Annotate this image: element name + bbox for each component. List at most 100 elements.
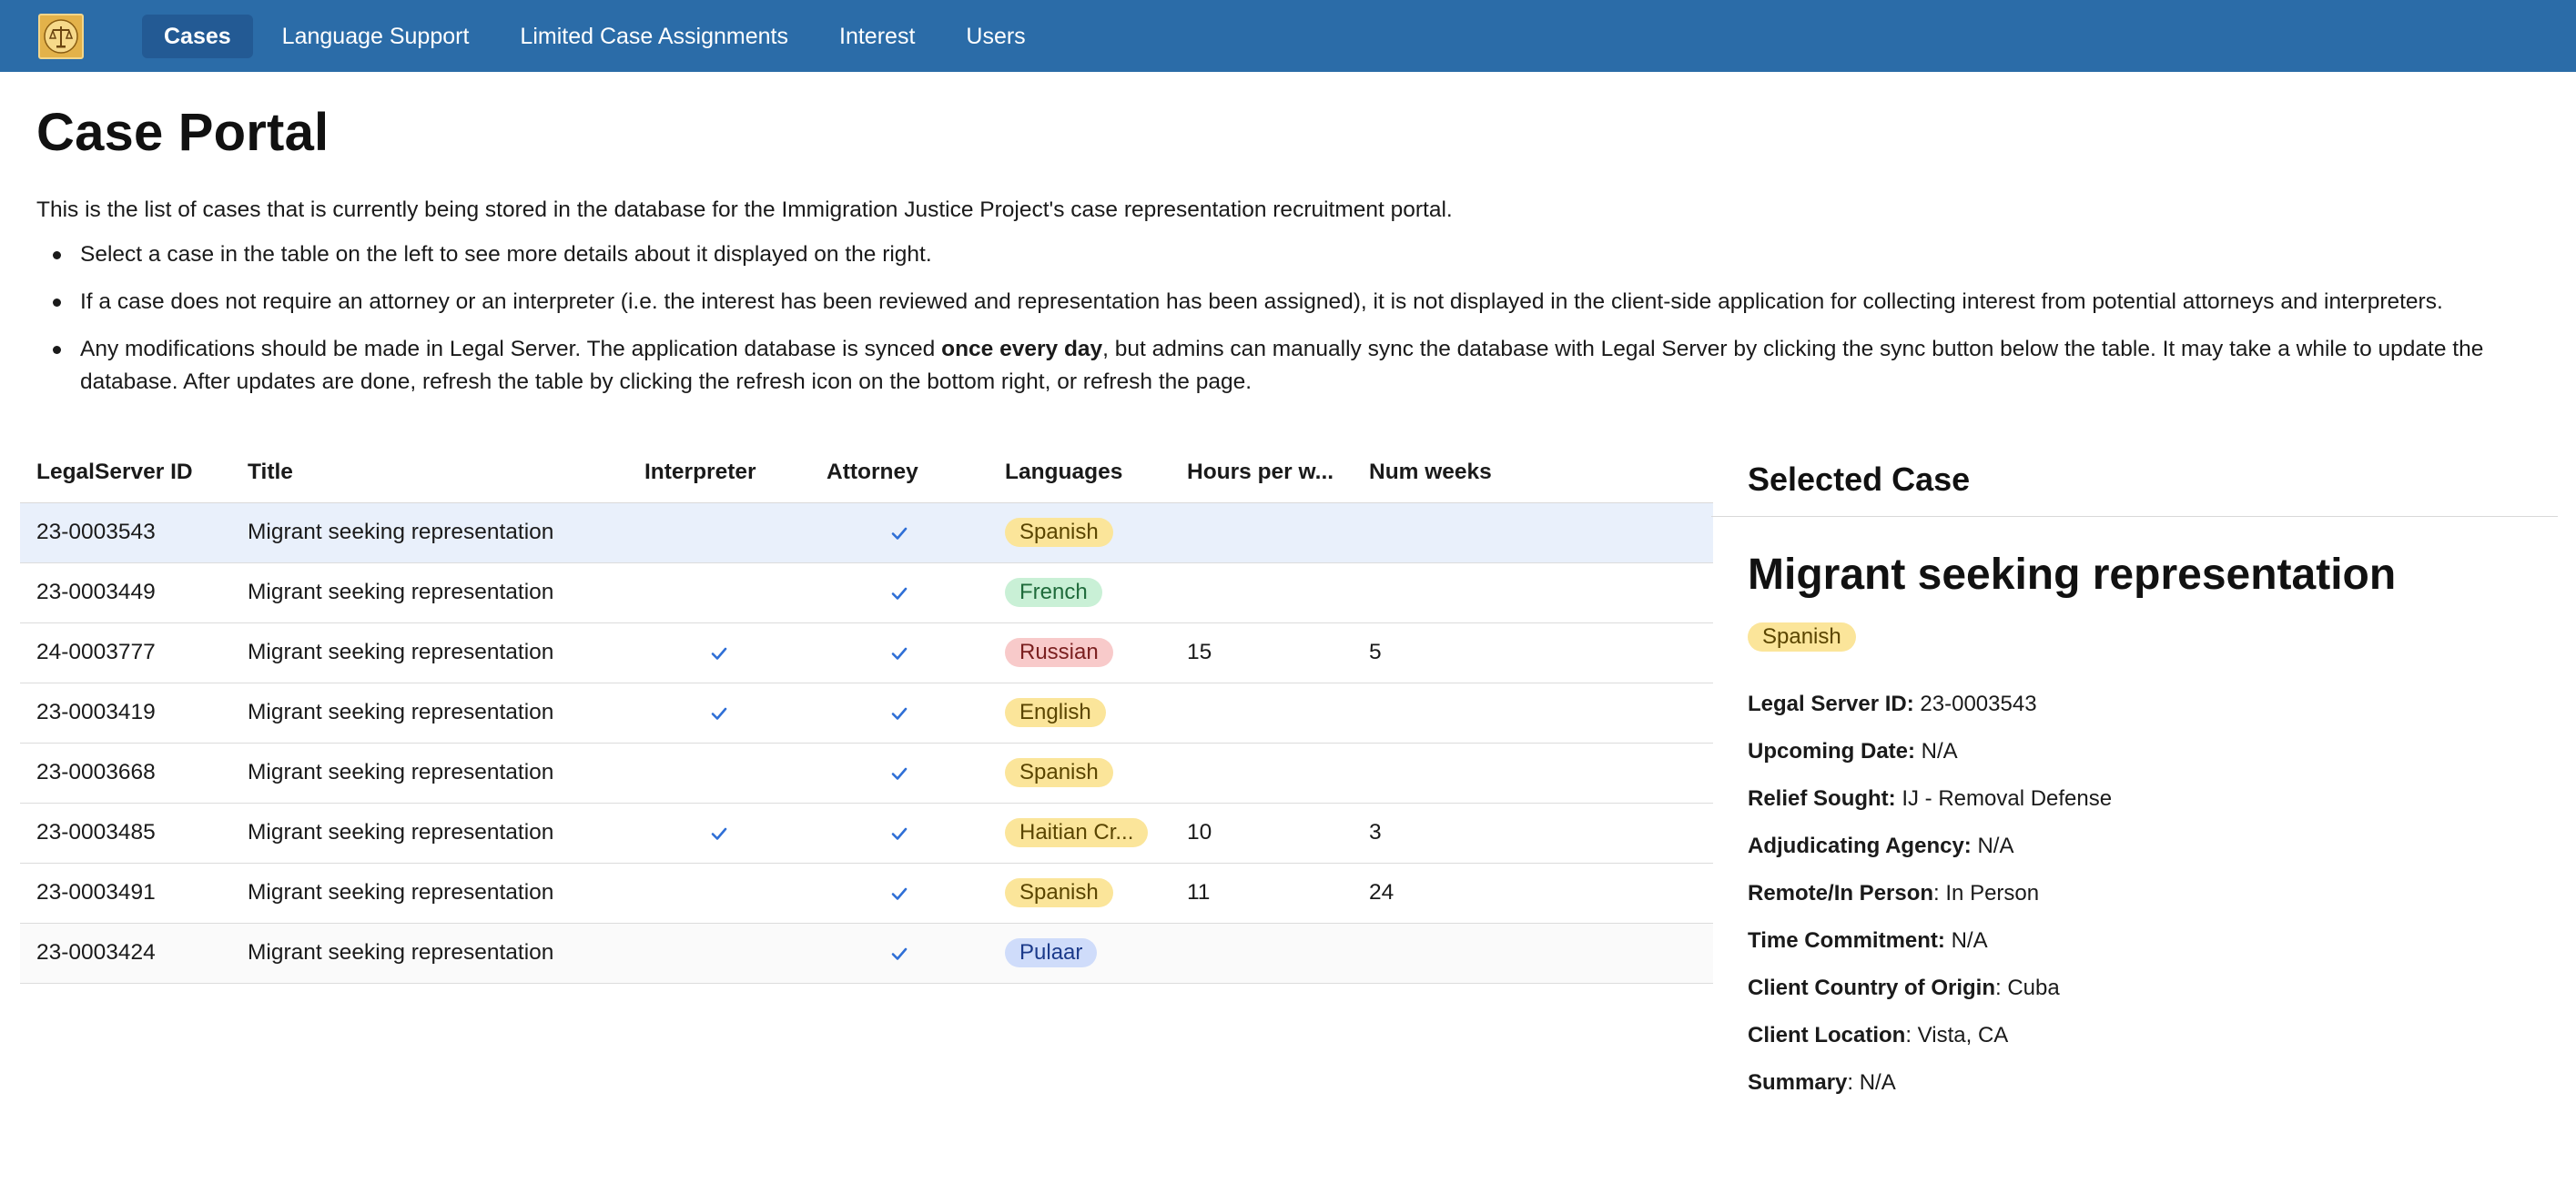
detail-row: Client Country of Origin: Cuba (1748, 965, 2549, 1012)
cell-languages: Haitian Cr... (989, 803, 1171, 864)
cell-attorney (810, 562, 989, 623)
detail-value: : Vista, CA (1905, 1023, 2009, 1047)
cell-num-weeks (1353, 683, 1713, 744)
checkmark-icon (891, 587, 908, 600)
cell-title: Migrant seeking representation (231, 562, 628, 623)
cell-languages: Pulaar (989, 923, 1171, 984)
table-row[interactable]: 23-0003449 Migrant seeking representation… (20, 562, 1713, 623)
column-header-attorney[interactable]: Attorney (810, 442, 989, 503)
cell-interpreter (628, 743, 810, 804)
detail-label: Adjudicating Agency: (1748, 834, 1972, 858)
instruction-item: Select a case in the table on the left t… (36, 238, 2549, 271)
cases-table-container: LegalServer ID Title Interpreter Attorne… (20, 442, 1713, 984)
cell-legalserver-id: 23-0003485 (20, 803, 231, 864)
cell-legalserver-id: 23-0003491 (20, 863, 231, 924)
instruction-item: Any modifications should be made in Lega… (36, 333, 2549, 399)
case-details: Legal Server ID: 23-0003543 Upcoming Date… (1748, 681, 2549, 1107)
column-header-legalserver-id[interactable]: LegalServer ID (20, 442, 231, 503)
language-chip: Spanish (1005, 758, 1113, 787)
checkmark-icon (891, 707, 908, 720)
cell-languages: Spanish (989, 502, 1171, 563)
table-row[interactable]: 23-0003491 Migrant seeking representation… (20, 863, 1713, 924)
checkmark-icon (891, 767, 908, 780)
column-header-hours-per-week[interactable]: Hours per w... (1171, 442, 1353, 503)
tab-language-support[interactable]: Language Support (260, 15, 492, 58)
cell-num-weeks (1353, 502, 1713, 563)
cell-interpreter (628, 622, 810, 683)
cases-table: LegalServer ID Title Interpreter Attorne… (20, 442, 1713, 984)
nav-tabs: Cases Language Support Limited Case Assi… (142, 15, 1048, 58)
detail-label: Relief Sought: (1748, 786, 1896, 811)
cell-num-weeks (1353, 562, 1713, 623)
top-navbar: Cases Language Support Limited Case Assi… (0, 0, 2576, 72)
detail-row: Adjudicating Agency: N/A (1748, 823, 2549, 870)
table-row[interactable]: 24-0003777 Migrant seeking representation… (20, 622, 1713, 683)
intro-text: This is the list of cases that is curren… (36, 197, 1453, 222)
table-header-row: LegalServer ID Title Interpreter Attorne… (20, 442, 1713, 503)
column-header-languages[interactable]: Languages (989, 442, 1171, 503)
checkmark-icon (891, 947, 908, 960)
cell-legalserver-id: 23-0003419 (20, 683, 231, 744)
detail-label: Summary (1748, 1070, 1848, 1095)
table-row[interactable]: 23-0003485 Migrant seeking representation… (20, 803, 1713, 864)
tab-limited-case-assignments[interactable]: Limited Case Assignments (498, 15, 810, 58)
cell-interpreter (628, 562, 810, 623)
detail-row: Upcoming Date: N/A (1748, 728, 2549, 775)
cell-languages: French (989, 562, 1171, 623)
cell-title: Migrant seeking representation (231, 683, 628, 744)
detail-row: Relief Sought: IJ - Removal Defense (1748, 775, 2549, 823)
cell-interpreter (628, 502, 810, 563)
table-row[interactable]: 23-0003419 Migrant seeking representation… (20, 683, 1713, 744)
cell-attorney (810, 622, 989, 683)
cell-attorney (810, 863, 989, 924)
cell-title: Migrant seeking representation (231, 863, 628, 924)
cell-legalserver-id: 24-0003777 (20, 622, 231, 683)
detail-label: Remote/In Person (1748, 881, 1934, 906)
cell-hours-per-week (1171, 502, 1353, 563)
detail-value: : In Person (1933, 881, 2040, 906)
instruction-text-part: Any modifications should be made in Lega… (80, 337, 942, 361)
cell-interpreter (628, 923, 810, 984)
detail-value: IJ - Removal Defense (1895, 786, 2113, 811)
detail-label: Legal Server ID: (1748, 692, 1914, 716)
cell-languages: Spanish (989, 743, 1171, 804)
detail-row: Remote/In Person: In Person (1748, 870, 2549, 917)
cell-interpreter (628, 803, 810, 864)
cell-title: Migrant seeking representation (231, 502, 628, 563)
detail-row: Time Commitment: N/A (1748, 917, 2549, 965)
cell-interpreter (628, 683, 810, 744)
cell-hours-per-week (1171, 923, 1353, 984)
table-row[interactable]: 23-0003543 Migrant seeking representation… (20, 502, 1713, 563)
table-row[interactable]: 23-0003424 Migrant seeking representation… (20, 923, 1713, 984)
cell-attorney (810, 683, 989, 744)
cell-languages: English (989, 683, 1171, 744)
detail-row: Summary: N/A (1748, 1059, 2549, 1107)
page-title: Case Portal (36, 103, 330, 162)
cell-title: Migrant seeking representation (231, 622, 628, 683)
column-header-interpreter[interactable]: Interpreter (628, 442, 810, 503)
language-chip: Spanish (1005, 878, 1113, 907)
tab-cases[interactable]: Cases (142, 15, 253, 58)
detail-value: : N/A (1847, 1070, 1896, 1095)
detail-label: Client Country of Origin (1748, 976, 1995, 1000)
cell-title: Migrant seeking representation (231, 923, 628, 984)
table-row[interactable]: 23-0003668 Migrant seeking representation… (20, 743, 1713, 804)
detail-value: N/A (1915, 739, 1958, 764)
column-header-num-weeks[interactable]: Num weeks (1353, 442, 1713, 503)
tab-interest[interactable]: Interest (817, 15, 937, 58)
tab-users[interactable]: Users (944, 15, 1047, 58)
instruction-text: Select a case in the table on the left t… (80, 242, 932, 267)
cell-hours-per-week (1171, 683, 1353, 744)
language-chip: French (1005, 578, 1102, 607)
scales-of-justice-logo-icon[interactable] (38, 14, 84, 59)
detail-row: Legal Server ID: 23-0003543 (1748, 681, 2549, 728)
cell-hours-per-week (1171, 743, 1353, 804)
checkmark-icon (891, 887, 908, 900)
column-header-title[interactable]: Title (231, 442, 628, 503)
cell-legalserver-id: 23-0003424 (20, 923, 231, 984)
language-chip: Haitian Cr... (1005, 818, 1149, 847)
instruction-text: If a case does not require an attorney o… (80, 289, 2443, 314)
detail-value: 23-0003543 (1913, 692, 2037, 716)
language-chip: Spanish (1748, 622, 1856, 652)
table-body: 23-0003543 Migrant seeking representation… (20, 502, 1713, 984)
